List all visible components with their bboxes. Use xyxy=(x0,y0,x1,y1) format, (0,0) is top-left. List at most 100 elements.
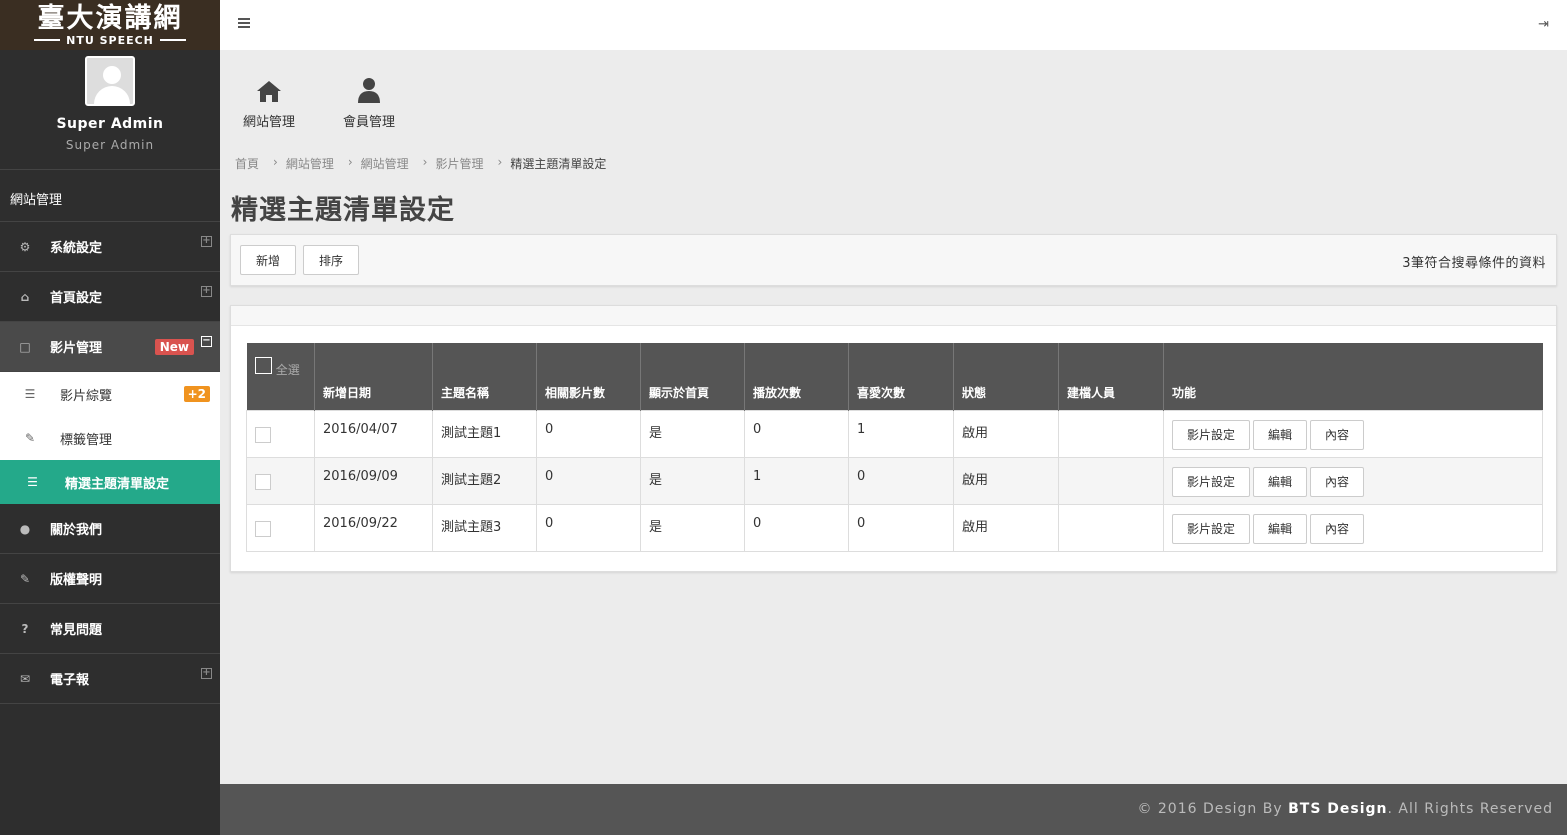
table-row: 2016/04/07 測試主題1 0 是 0 1 啟用 影片設定 編輯 內容 xyxy=(246,409,1543,458)
sidebar-item-home-settings[interactable]: ⌂ 首頁設定 + xyxy=(0,272,220,322)
cell-plays: 0 xyxy=(744,503,849,552)
edit-icon: ✎ xyxy=(19,571,31,586)
sidebar-subitem-featured-topics[interactable]: ☰ 精選主題清單設定 xyxy=(0,460,220,504)
sidebar-section-title: 網站管理 xyxy=(0,170,220,222)
row-checkbox[interactable] xyxy=(255,473,271,490)
select-all-checkbox[interactable] xyxy=(254,357,272,374)
logout-icon[interactable]: ⇥ xyxy=(1538,17,1549,32)
list-icon: ☰ xyxy=(24,387,36,401)
cell-date: 2016/09/09 xyxy=(314,456,433,505)
edit-button[interactable]: 編輯 xyxy=(1253,513,1308,544)
sidebar-item-copyright[interactable]: ✎ 版權聲明 xyxy=(0,554,220,604)
new-badge: New xyxy=(154,338,194,355)
edit-button[interactable]: 編輯 xyxy=(1253,466,1308,497)
cell-actions: 影片設定 編輯 內容 xyxy=(1163,409,1543,458)
sidebar-subitem-tag-management[interactable]: ✎ 標籤管理 xyxy=(0,416,220,460)
table-panel: 全選 新增日期 主題名稱 相關影片數 顯示於首頁 播放次數 喜愛次數 狀態 建檔… xyxy=(230,305,1557,572)
quicknav-member-management[interactable]: 會員管理 xyxy=(329,75,409,130)
content-button[interactable]: 內容 xyxy=(1310,419,1365,450)
square-icon: □ xyxy=(19,339,31,354)
cell-status: 啟用 xyxy=(953,503,1059,552)
video-settings-button[interactable]: 影片設定 xyxy=(1172,466,1251,497)
cell-plays: 0 xyxy=(744,409,849,458)
video-settings-button[interactable]: 影片設定 xyxy=(1172,513,1251,544)
avatar[interactable] xyxy=(85,56,135,106)
column-header[interactable]: 播放次數 xyxy=(744,343,849,410)
cell-name: 測試主題1 xyxy=(432,409,537,458)
footer-copyright: © 2016 Design By BTS Design. All Rights … xyxy=(1137,801,1553,817)
breadcrumb: 首頁 › 網站管理 › 網站管理 › 影片管理 › 精選主題清單設定 xyxy=(235,155,606,172)
footer-brand[interactable]: BTS Design xyxy=(1288,801,1387,817)
list-icon: ☰ xyxy=(27,475,38,489)
sidebar-item-newsletter[interactable]: ✉ 電子報 + xyxy=(0,654,220,704)
breadcrumb-item[interactable]: 首頁 xyxy=(235,155,259,172)
logo[interactable]: 臺大演講網 NTU SPEECH xyxy=(0,0,220,50)
sidebar-item-about-us[interactable]: ● 關於我們 xyxy=(0,504,220,554)
content-button[interactable]: 內容 xyxy=(1310,513,1365,544)
sidebar-item-system-settings[interactable]: ⚙ 系統設定 + xyxy=(0,222,220,272)
column-header[interactable]: 喜愛次數 xyxy=(848,343,954,410)
sidebar-item-faq[interactable]: ? 常見問題 xyxy=(0,604,220,654)
cell-actions: 影片設定 編輯 內容 xyxy=(1163,503,1543,552)
sort-button[interactable]: 排序 xyxy=(303,245,359,275)
gears-icon: ⚙ xyxy=(19,239,31,254)
cell-likes: 0 xyxy=(848,503,954,552)
column-header[interactable]: 狀態 xyxy=(953,343,1059,410)
row-checkbox[interactable] xyxy=(255,426,271,443)
sidebar: 臺大演講網 NTU SPEECH Super Admin Super Admin… xyxy=(0,0,220,835)
table-row: 2016/09/22 測試主題3 0 是 0 0 啟用 影片設定 編輯 內容 xyxy=(246,503,1543,552)
video-submenu: ☰ 影片綜覽 +2 ✎ 標籤管理 ☰ 精選主題清單設定 xyxy=(0,372,220,504)
add-button[interactable]: 新增 xyxy=(240,245,296,275)
cell-status: 啟用 xyxy=(953,409,1059,458)
expand-icon[interactable]: + xyxy=(201,236,212,247)
topbar: ⇥ xyxy=(220,0,1567,50)
home-icon: ⌂ xyxy=(20,289,30,304)
cell-name: 測試主題2 xyxy=(432,456,537,505)
cell-videos: 0 xyxy=(536,409,641,458)
page-title: 精選主題清單設定 xyxy=(231,195,455,226)
cell-likes: 0 xyxy=(848,456,954,505)
envelope-icon: ✉ xyxy=(19,671,31,686)
cell-date: 2016/09/22 xyxy=(314,503,433,552)
breadcrumb-item[interactable]: 網站管理 xyxy=(361,155,409,172)
sidebar-item-video-management[interactable]: □ 影片管理 New − xyxy=(0,322,220,372)
toolbar: 新增 排序 3筆符合搜尋條件的資料 xyxy=(230,234,1557,286)
column-header[interactable]: 新增日期 xyxy=(314,343,433,410)
breadcrumb-item[interactable]: 影片管理 xyxy=(435,155,483,172)
row-checkbox[interactable] xyxy=(255,520,271,537)
breadcrumb-current: 精選主題清單設定 xyxy=(510,157,607,171)
content-button[interactable]: 內容 xyxy=(1310,466,1365,497)
column-header[interactable]: 相關影片數 xyxy=(536,343,641,410)
menu-toggle-icon[interactable] xyxy=(238,18,250,30)
chevron-right-icon: › xyxy=(422,155,428,169)
home-icon xyxy=(229,75,309,103)
chevron-right-icon: › xyxy=(347,155,353,169)
edit-button[interactable]: 編輯 xyxy=(1253,419,1308,450)
cell-videos: 0 xyxy=(536,503,641,552)
sidebar-subitem-video-overview[interactable]: ☰ 影片綜覽 +2 xyxy=(0,372,220,416)
cell-home: 是 xyxy=(640,503,745,552)
quicknav-site-management[interactable]: 網站管理 xyxy=(229,75,309,130)
topics-table: 全選 新增日期 主題名稱 相關影片數 顯示於首頁 播放次數 喜愛次數 狀態 建檔… xyxy=(246,343,1543,552)
pencil-icon: ✎ xyxy=(24,431,36,445)
collapse-icon[interactable]: − xyxy=(201,336,212,347)
column-header[interactable]: 顯示於首頁 xyxy=(640,343,745,410)
cell-actions: 影片設定 編輯 內容 xyxy=(1163,456,1543,505)
profile-role: Super Admin xyxy=(65,138,155,152)
cell-videos: 0 xyxy=(536,456,641,505)
profile: Super Admin Super Admin xyxy=(0,50,220,170)
chevron-right-icon: › xyxy=(273,155,278,169)
column-header[interactable]: 建檔人員 xyxy=(1058,343,1164,410)
cell-date: 2016/04/07 xyxy=(314,409,433,458)
expand-icon[interactable]: + xyxy=(201,286,212,297)
cell-plays: 1 xyxy=(744,456,849,505)
cell-home: 是 xyxy=(640,456,745,505)
column-header[interactable]: 主題名稱 xyxy=(432,343,537,410)
cell-status: 啟用 xyxy=(953,456,1059,505)
footer: © 2016 Design By BTS Design. All Rights … xyxy=(220,784,1567,835)
breadcrumb-item[interactable]: 網站管理 xyxy=(286,155,334,172)
video-settings-button[interactable]: 影片設定 xyxy=(1172,419,1251,450)
user-icon xyxy=(329,75,409,103)
expand-icon[interactable]: + xyxy=(201,668,212,679)
table-row: 2016/09/09 測試主題2 0 是 1 0 啟用 影片設定 編輯 內容 xyxy=(246,456,1543,505)
